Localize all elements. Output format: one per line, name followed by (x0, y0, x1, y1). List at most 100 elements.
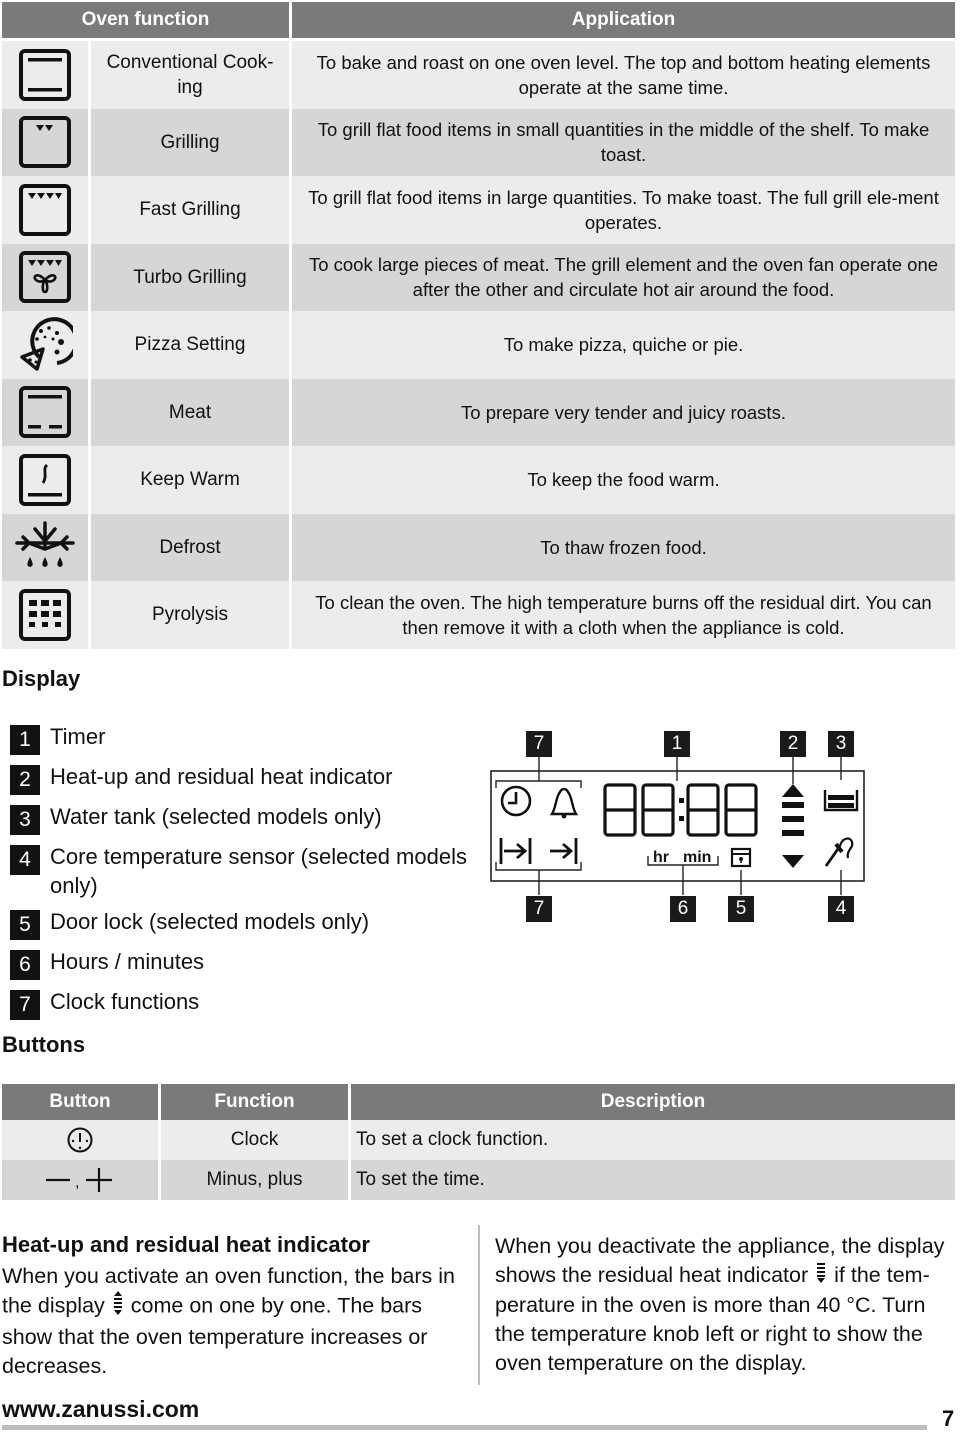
table-row: Conventional Cook-ing To bake and roast … (2, 41, 955, 109)
duration-icon (499, 838, 532, 864)
legend-label: Door lock (selected models only) (50, 909, 370, 934)
table-row: Pyrolysis To clean the oven. The high te… (2, 581, 955, 649)
legend-number-badge: 3 (10, 805, 40, 835)
oven-function-description: To prepare very tender and juicy roasts. (292, 378, 955, 446)
turbo-grilling-icon (2, 243, 88, 311)
footer-website-link[interactable]: www.zanussi.com (2, 1396, 199, 1423)
legend-label: Hours / minutes (50, 949, 205, 974)
oven-function-header: Oven function (2, 2, 289, 38)
button-description: To set a clock function. (351, 1120, 955, 1160)
clock-icon (500, 785, 532, 817)
oven-function-name: Keep Warm (91, 446, 289, 514)
heat-indicator-right-column: When you deactivate the appliance, the d… (495, 1232, 955, 1378)
button-function: Minus, plus (161, 1160, 348, 1200)
application-header: Application (292, 2, 955, 38)
callout-badge-5: 5 (728, 896, 754, 922)
buttons-table-header: Button Function Description (2, 1084, 955, 1120)
legend-number-badge: 6 (10, 950, 40, 980)
keep-warm-icon (2, 446, 88, 514)
legend-item: 7 Clock functions (10, 987, 470, 1020)
callout-badge-2: 2 (780, 731, 806, 757)
legend-item: 1 Timer (10, 722, 470, 755)
legend-item: 2 Heat-up and residual heat indicator (10, 762, 470, 795)
legend-number-badge: 2 (10, 765, 40, 795)
table-row: Defrost To thaw frozen food. (2, 513, 955, 581)
legend-label: Core temperature sensor (selected models… (50, 844, 467, 898)
minus-plus-icon: , (2, 1160, 158, 1200)
table-row: Fast Grilling To grill flat food items i… (2, 176, 955, 244)
pizza-icon (2, 311, 88, 379)
callout-badge-7-bottom: 7 (526, 896, 552, 922)
legend-number-badge: 4 (10, 845, 40, 875)
buttons-section-title: Buttons (2, 1032, 86, 1057)
button-column-header: Button (2, 1084, 158, 1120)
oven-function-description: To cook large pieces of meat. The grill … (292, 243, 955, 311)
legend-number-badge: 5 (10, 910, 40, 940)
water-tank-icon (823, 790, 859, 812)
function-column-header: Function (161, 1084, 348, 1120)
display-section-title: Display (2, 666, 81, 691)
page-number: 7 (942, 1406, 955, 1431)
table-row: Turbo Grilling To cook large pieces of m… (2, 243, 955, 311)
defrost-icon (2, 513, 88, 581)
table-row: Grilling To grill flat food items in sma… (2, 108, 955, 176)
oven-function-name: Grilling (91, 108, 289, 176)
legend-item: 4 Core temperature sensor (selected model… (10, 842, 470, 900)
oven-function-description: To make pizza, quiche or pie. (292, 311, 955, 379)
footer-divider (2, 1425, 927, 1430)
button-description: To set the time. (351, 1160, 955, 1200)
heat-indicator-paragraph-right: When you deactivate the appliance, the d… (495, 1232, 955, 1378)
legend-item: 6 Hours / minutes (10, 947, 470, 980)
heat-indicator-paragraph-left: When you activate an oven function, the … (2, 1262, 467, 1381)
oven-function-name: Pyrolysis (91, 581, 289, 649)
svg-text:,: , (75, 1174, 79, 1191)
oven-function-name: Defrost (91, 513, 289, 581)
table-row: Keep Warm To keep the food warm. (2, 446, 955, 514)
buttons-table: Button Function Description Clock To set… (2, 1084, 955, 1200)
legend-number-badge: 7 (10, 990, 40, 1020)
oven-function-name: Pizza Setting (91, 311, 289, 379)
oven-table-header: Oven function Application (2, 2, 955, 38)
display-legend: 1 Timer 2 Heat-up and residual heat indica… (10, 722, 470, 1027)
oven-function-description: To keep the food warm. (292, 446, 955, 514)
clock-button-icon (2, 1120, 158, 1160)
callout-badge-6: 6 (670, 896, 696, 922)
display-diagram: hr min 7 1 2 3 7 6 5 4 (480, 720, 880, 930)
legend-label: Water tank (selected models only) (50, 804, 382, 829)
grilling-icon (2, 108, 88, 176)
minutes-label: min (683, 849, 712, 866)
residual-heat-icon (816, 1261, 826, 1291)
legend-item: 3 Water tank (selected models only) (10, 802, 470, 835)
pyrolysis-icon (2, 581, 88, 649)
button-function: Clock (161, 1120, 348, 1160)
oven-function-description: To grill flat food items in small quanti… (292, 108, 955, 176)
heat-up-bars-icon (113, 1291, 123, 1323)
end-time-icon (550, 838, 578, 864)
callout-badge-4: 4 (828, 896, 854, 922)
table-row: Clock To set a clock function. (2, 1120, 955, 1160)
legend-label: Heat-up and residual heat indicator (50, 764, 393, 789)
callout-badge-1: 1 (664, 731, 690, 757)
legend-number-badge: 1 (10, 725, 40, 755)
heat-indicator-title: Heat-up and residual heat indicator (2, 1232, 370, 1257)
legend-item: 5 Door lock (selected models only) (10, 907, 470, 940)
legend-label: Timer (50, 724, 106, 749)
core-temperature-sensor-icon (824, 837, 854, 867)
oven-function-table: Oven function Application Conventional C… (2, 2, 955, 649)
oven-function-name: Conventional Cook-ing (91, 41, 289, 109)
fast-grilling-icon (2, 176, 88, 244)
oven-function-description: To clean the oven. The high temperature … (292, 581, 955, 649)
heat-indicator-left-column: Heat-up and residual heat indicator When… (2, 1232, 467, 1381)
table-row: , Minus, plus To set the time. (2, 1160, 955, 1200)
oven-function-description: To grill flat food items in large quanti… (292, 176, 955, 244)
oven-function-name: Meat (91, 378, 289, 446)
callout-badge-7-top: 7 (526, 731, 552, 757)
conventional-cooking-icon (2, 41, 88, 109)
oven-function-description: To bake and roast on one oven level. The… (292, 41, 955, 109)
legend-label: Clock functions (50, 989, 200, 1014)
table-row: Pizza Setting To make pizza, quiche or p… (2, 311, 955, 379)
callout-badge-3: 3 (828, 731, 854, 757)
hours-label: hr (653, 849, 669, 866)
column-divider (478, 1225, 480, 1385)
bell-icon (549, 787, 579, 819)
